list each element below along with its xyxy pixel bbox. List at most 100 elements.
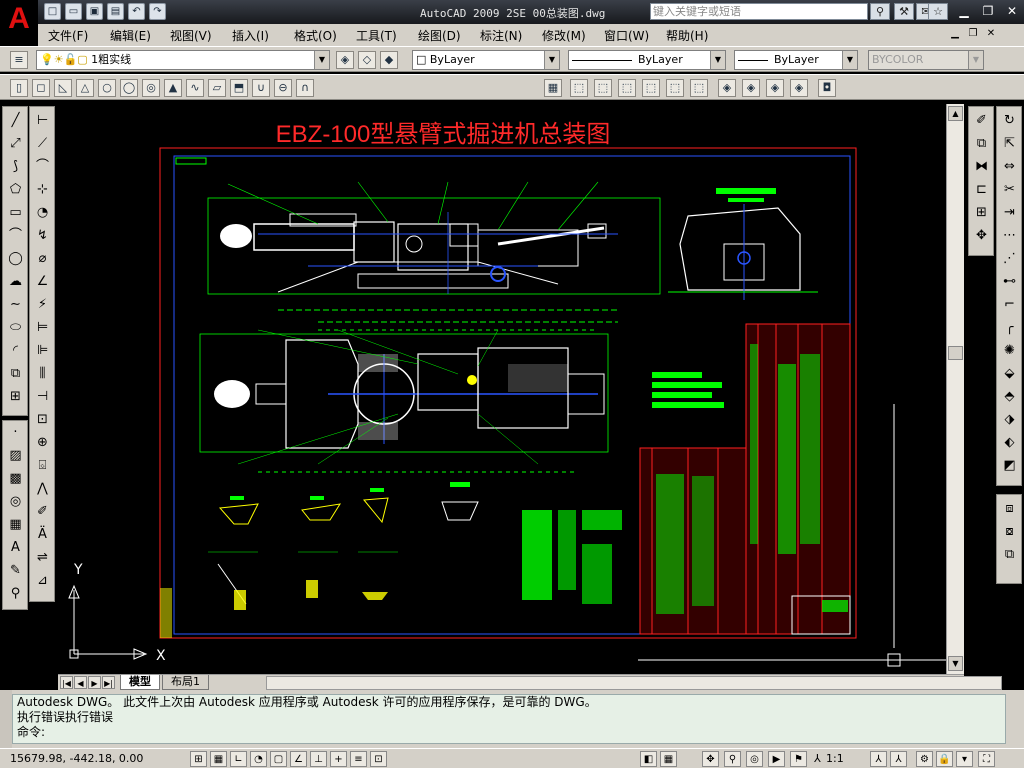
- aligned-dimension-icon[interactable]: ⟋: [33, 134, 52, 153]
- offset-icon[interactable]: ⊏: [972, 180, 991, 199]
- menu-tools[interactable]: 工具(T): [356, 27, 397, 44]
- lineweight-dropdown[interactable]: ByLayer ▼: [734, 50, 858, 70]
- ordinate-icon[interactable]: ⊹: [33, 180, 52, 199]
- close-button[interactable]: ✕: [1000, 2, 1024, 21]
- join-icon[interactable]: ⊷: [1000, 272, 1019, 291]
- object-snap-icon[interactable]: ▢: [270, 751, 287, 767]
- annotation-icon[interactable]: ⚑: [790, 751, 807, 767]
- quick-dimension-icon[interactable]: ⚡: [33, 295, 52, 314]
- vertical-scroll-thumb[interactable]: [948, 346, 963, 360]
- add-selected-icon[interactable]: ✎: [6, 561, 25, 580]
- pan-icon[interactable]: ✥: [702, 751, 719, 767]
- torus-icon[interactable]: ◎: [142, 79, 160, 97]
- inspection-icon[interactable]: ⌺: [33, 456, 52, 475]
- cylinder-icon[interactable]: ◯: [120, 79, 138, 97]
- intersect-icon[interactable]: ∩: [296, 79, 314, 97]
- construction-line-icon[interactable]: ⤢: [6, 134, 25, 153]
- move-icon[interactable]: ✥: [972, 226, 991, 245]
- bottom-view-icon[interactable]: ⬚: [594, 79, 612, 97]
- send-to-back-icon[interactable]: ⧇: [1000, 522, 1019, 541]
- tab-layout1[interactable]: 布局1: [162, 675, 209, 690]
- menu-format[interactable]: 格式(O): [294, 27, 337, 44]
- stretch-icon[interactable]: ⇔: [1000, 157, 1019, 176]
- gradient-icon[interactable]: ▩: [6, 469, 25, 488]
- copy-icon[interactable]: ⧉: [972, 134, 991, 153]
- open-icon[interactable]: ▭: [65, 3, 82, 20]
- first-tab-button[interactable]: |◀: [60, 676, 73, 689]
- layer-previous-icon[interactable]: ◇: [358, 51, 376, 69]
- annotation-scale[interactable]: 1:1: [826, 752, 844, 765]
- planar-surface-icon[interactable]: ▱: [208, 79, 226, 97]
- edit-hatch-icon[interactable]: ⬗: [1000, 410, 1019, 429]
- menu-file[interactable]: 文件(F): [48, 27, 88, 44]
- clean-screen-icon[interactable]: ⛶: [978, 751, 995, 767]
- auto-scale-icon[interactable]: ⅄: [890, 751, 907, 767]
- polysolid-icon[interactable]: ▯: [10, 79, 28, 97]
- dim-space-icon[interactable]: ⫼: [33, 364, 52, 383]
- doc-minimize-button[interactable]: ▁: [948, 28, 962, 42]
- dim-update-icon[interactable]: ⇌: [33, 548, 52, 567]
- toolbar-lock-icon[interactable]: 🔒: [936, 751, 953, 767]
- polygon-icon[interactable]: ⬠: [6, 180, 25, 199]
- angular-icon[interactable]: ∠: [33, 272, 52, 291]
- model-space-icon[interactable]: ◧: [640, 751, 657, 767]
- fillet-icon[interactable]: ╭: [1000, 318, 1019, 337]
- helix-icon[interactable]: ∿: [186, 79, 204, 97]
- next-tab-button[interactable]: ▶: [88, 676, 101, 689]
- color-dropdown[interactable]: □ ByLayer ▼: [412, 50, 560, 70]
- prev-tab-button[interactable]: ◀: [74, 676, 87, 689]
- ne-iso-icon[interactable]: ◈: [766, 79, 784, 97]
- edit-attribute-icon[interactable]: ⬖: [1000, 433, 1019, 452]
- tolerance-icon[interactable]: ⊡: [33, 410, 52, 429]
- communication-center-icon[interactable]: ⚒: [894, 3, 914, 20]
- table-icon[interactable]: ▦: [6, 515, 25, 534]
- vertical-scrollbar[interactable]: ▲ ▼: [946, 104, 964, 674]
- last-tab-button[interactable]: ▶|: [102, 676, 115, 689]
- quick-properties-icon[interactable]: ⊡: [370, 751, 387, 767]
- front-view-icon[interactable]: ⬚: [666, 79, 684, 97]
- menu-draw[interactable]: 绘图(D): [418, 27, 461, 44]
- layer-manager-icon[interactable]: ≡: [10, 51, 28, 69]
- properties-icon[interactable]: ◩: [1000, 456, 1019, 475]
- drawing-area[interactable]: EBZ-100型悬臂式掘进机总装图 Y X: [58, 104, 946, 674]
- make-object-layer-current-icon[interactable]: ◈: [336, 51, 354, 69]
- scroll-up-button[interactable]: ▲: [948, 106, 963, 121]
- rectangle-icon[interactable]: ▭: [6, 203, 25, 222]
- tab-model[interactable]: 模型: [120, 675, 160, 690]
- make-block-icon[interactable]: ⊞: [6, 387, 25, 406]
- bring-to-front-icon[interactable]: ⧈: [1000, 499, 1019, 518]
- menu-help[interactable]: 帮助(H): [666, 27, 708, 44]
- mirror-icon[interactable]: ⧓: [972, 157, 991, 176]
- box-icon[interactable]: ◻: [32, 79, 50, 97]
- view-manager-icon[interactable]: ▦: [544, 79, 562, 97]
- scale-icon[interactable]: ⇱: [1000, 134, 1019, 153]
- back-view-icon[interactable]: ⬚: [690, 79, 708, 97]
- menu-insert[interactable]: 插入(I): [232, 27, 269, 44]
- linetype-dropdown[interactable]: ByLayer ▼: [568, 50, 726, 70]
- zoom-icon[interactable]: ⚲: [6, 584, 25, 603]
- minimize-button[interactable]: ▁: [952, 2, 976, 21]
- dynamic-ucs-icon[interactable]: ⊥: [310, 751, 327, 767]
- union-icon[interactable]: ∪: [252, 79, 270, 97]
- center-mark-icon[interactable]: ⊕: [33, 433, 52, 452]
- steering-wheel-icon[interactable]: ◎: [746, 751, 763, 767]
- insert-block-icon[interactable]: ⧉: [6, 364, 25, 383]
- multiline-text-icon[interactable]: A: [6, 538, 25, 557]
- line-icon[interactable]: ╱: [6, 111, 25, 130]
- doc-close-button[interactable]: ✕: [984, 28, 998, 42]
- subtract-icon[interactable]: ⊖: [274, 79, 292, 97]
- explode-icon[interactable]: ✺: [1000, 341, 1019, 360]
- linear-dimension-icon[interactable]: ⊢: [33, 111, 52, 130]
- radius-icon[interactable]: ◔: [33, 203, 52, 222]
- arc-length-icon[interactable]: ⌒: [33, 157, 52, 176]
- erase-icon[interactable]: ✐: [972, 111, 991, 130]
- scroll-down-button[interactable]: ▼: [948, 656, 963, 671]
- dim-edit-icon[interactable]: ✐: [33, 502, 52, 521]
- undo-icon[interactable]: ↶: [128, 3, 145, 20]
- revision-cloud-icon[interactable]: ☁: [6, 272, 25, 291]
- ellipse-arc-icon[interactable]: ◜: [6, 341, 25, 360]
- dim-break-icon[interactable]: ⊣: [33, 387, 52, 406]
- save-icon[interactable]: ▣: [86, 3, 103, 20]
- arc-icon[interactable]: ⌒: [6, 226, 25, 245]
- trim-icon[interactable]: ✂: [1000, 180, 1019, 199]
